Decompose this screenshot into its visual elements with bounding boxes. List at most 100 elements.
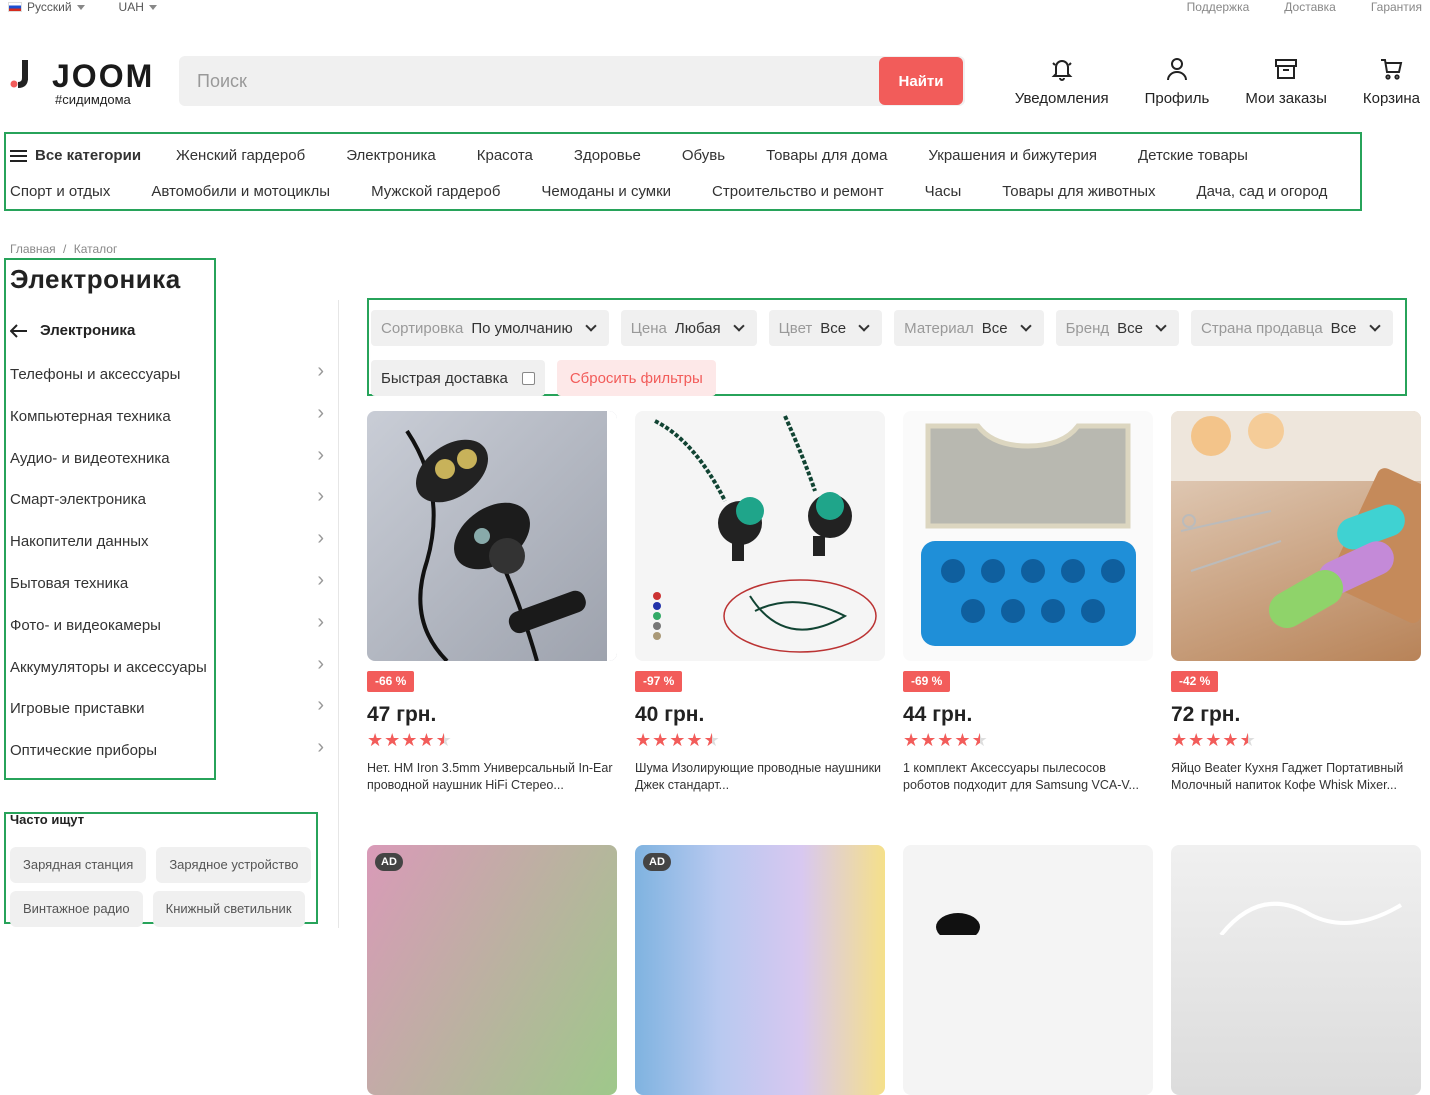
category-link[interactable]: Товары для дома	[766, 147, 887, 164]
sort-dropdown[interactable]: Сортировка По умолчанию	[371, 310, 609, 346]
delivery-link[interactable]: Доставка	[1284, 0, 1336, 14]
discount-badge: -66 %	[367, 671, 415, 692]
joom-logo-mark-icon	[10, 60, 28, 88]
category-link[interactable]: Красота	[477, 147, 533, 164]
category-link[interactable]: Строительство и ремонт	[712, 183, 884, 200]
star-full-icon: ★	[418, 730, 435, 750]
product-card[interactable]: -97 % 40 грн. ★ ★ ★ ★ ★ Шума Изолирующие про…	[635, 411, 885, 792]
brand-dropdown[interactable]: Бренд Все	[1055, 310, 1179, 346]
subcategory-item[interactable]: Смарт-электроника ›	[10, 485, 330, 533]
star-full-icon: ★	[384, 730, 401, 750]
category-link[interactable]: Украшения и бижутерия	[928, 147, 1097, 164]
category-link[interactable]: Товары для животных	[1002, 183, 1155, 200]
product-image[interactable]	[367, 411, 617, 661]
price-label: Цена	[630, 319, 667, 337]
popular-chip[interactable]: Винтажное радио	[10, 891, 143, 927]
product-card[interactable]: AD	[367, 845, 617, 1095]
category-link[interactable]: Чемоданы и сумки	[541, 183, 671, 200]
breadcrumb-catalog[interactable]: Каталог	[74, 242, 118, 256]
sidebar-back-link[interactable]: Электроника	[10, 322, 135, 339]
category-link[interactable]: Мужской гардероб	[371, 183, 500, 200]
page-title: Электроника	[10, 264, 181, 294]
rating-stars: ★ ★ ★ ★ ★	[903, 731, 988, 749]
milk-frother-image-icon	[1171, 411, 1421, 628]
category-link[interactable]: Дача, сад и огород	[1197, 183, 1328, 200]
product-image[interactable]: AD	[635, 845, 885, 1095]
profile-button[interactable]: Профиль	[1144, 56, 1210, 107]
seller-country-dropdown[interactable]: Страна продавца Все	[1191, 310, 1393, 346]
breadcrumb: Главная / Каталог	[10, 242, 117, 256]
product-image[interactable]	[1171, 411, 1421, 661]
search-button[interactable]: Найти	[879, 57, 963, 105]
product-title[interactable]: Шума Изолирующие проводные наушники Джек…	[635, 760, 885, 794]
category-link[interactable]: Женский гардероб	[176, 147, 305, 164]
subcategory-item[interactable]: Фото- и видеокамеры ›	[10, 611, 330, 659]
category-link[interactable]: Обувь	[682, 147, 725, 164]
product-card[interactable]: -42 % 72 грн. ★ ★ ★ ★ ★ Яйцо Beater Кухня Га…	[1171, 411, 1421, 792]
product-title[interactable]: 1 комплект Аксессуары пылесосов роботов …	[903, 760, 1153, 794]
profile-label: Профиль	[1144, 90, 1210, 107]
chevron-right-icon: ›	[317, 485, 324, 508]
subcategory-item[interactable]: Телефоны и аксессуары ›	[10, 360, 330, 408]
product-card[interactable]	[903, 845, 1153, 1095]
category-link[interactable]: Здоровье	[574, 147, 641, 164]
cart-button[interactable]: Корзина	[1363, 56, 1420, 107]
price-dropdown[interactable]: Цена Любая	[620, 310, 757, 346]
category-link[interactable]: Спорт и отдых	[10, 183, 110, 200]
category-row-1: Все категории Женский гардероб Электроник…	[10, 147, 1248, 164]
warranty-link[interactable]: Гарантия	[1371, 0, 1422, 14]
product-card[interactable]: -66 % 47 грн. ★ ★ ★ ★ ★ Нет. HM Iron 3.5mm У…	[367, 411, 617, 792]
sidebar-divider	[338, 300, 339, 928]
subcategory-item[interactable]: Аудио- и видеотехника ›	[10, 444, 330, 492]
product-image[interactable]	[903, 845, 1153, 1095]
language-selector[interactable]: Русский	[8, 0, 85, 14]
popular-chip[interactable]: Зарядная станция	[10, 847, 147, 883]
product-card[interactable]	[1171, 845, 1421, 1095]
search-input[interactable]	[179, 56, 879, 106]
subcategory-item[interactable]: Компьютерная техника ›	[10, 402, 330, 450]
material-dropdown[interactable]: Материал Все	[894, 310, 1044, 346]
joom-logo[interactable]: JOOM #сидимдома	[8, 58, 158, 112]
product-card[interactable]: -69 % 44 грн. ★ ★ ★ ★ ★ 1 комплект Аксессуар…	[903, 411, 1153, 792]
category-sidebar: Электроника Электроника Телефоны и аксес…	[4, 258, 324, 780]
product-image[interactable]	[635, 411, 885, 661]
my-orders-button[interactable]: Мои заказы	[1245, 56, 1327, 107]
subcategory-item[interactable]: Аккумуляторы и аксессуары ›	[10, 653, 330, 701]
star-full-icon: ★	[1171, 730, 1188, 750]
category-link[interactable]: Электроника	[346, 147, 436, 164]
arrow-left-icon	[10, 323, 27, 338]
product-image[interactable]: AD	[367, 845, 617, 1095]
popular-chip[interactable]: Книжный светильник	[152, 891, 305, 927]
popular-chip[interactable]: Зарядное устройство	[156, 847, 312, 883]
product-image[interactable]	[903, 411, 1153, 661]
fast-delivery-checkbox[interactable]	[521, 371, 535, 385]
all-categories-button[interactable]: Все категории	[10, 147, 141, 164]
brand-value: Все	[1117, 319, 1143, 337]
category-link[interactable]: Часы	[925, 183, 962, 200]
ad-badge: AD	[375, 853, 403, 871]
reset-filters-button[interactable]: Сбросить фильтры	[556, 360, 716, 396]
category-link[interactable]: Детские товары	[1138, 147, 1248, 164]
fast-delivery-toggle[interactable]: Быстрая доставка	[371, 360, 545, 396]
discount-badge: -97 %	[635, 671, 683, 692]
subcategory-label: Компьютерная техника	[10, 407, 171, 425]
breadcrumb-home[interactable]: Главная	[10, 242, 56, 256]
notifications-button[interactable]: Уведомления	[1015, 56, 1109, 107]
category-link[interactable]: Автомобили и мотоциклы	[151, 183, 330, 200]
color-dropdown[interactable]: Цвет Все	[768, 310, 883, 346]
subcategory-item[interactable]: Накопители данных ›	[10, 527, 330, 575]
product-title[interactable]: Яйцо Beater Кухня Гаджет Портативный Мол…	[1171, 760, 1421, 794]
product-title[interactable]: Нет. HM Iron 3.5mm Универсальный In-Ear …	[367, 760, 617, 794]
product-image[interactable]	[1171, 845, 1421, 1095]
support-link[interactable]: Поддержка	[1187, 0, 1250, 14]
product-price: 40 грн.	[635, 703, 705, 726]
star-full-icon: ★	[686, 730, 703, 750]
subcategory-item[interactable]: Бытовая техника ›	[10, 569, 330, 617]
subcategory-item[interactable]: Оптические приборы ›	[10, 736, 330, 784]
currency-selector[interactable]: UAH	[119, 0, 157, 14]
chevron-down-icon	[1368, 320, 1381, 332]
subcategory-item[interactable]: Игровые приставки ›	[10, 694, 330, 742]
product-card[interactable]: AD	[635, 845, 885, 1095]
subcategory-label: Фото- и видеокамеры	[10, 616, 161, 634]
chevron-right-icon: ›	[317, 527, 324, 550]
